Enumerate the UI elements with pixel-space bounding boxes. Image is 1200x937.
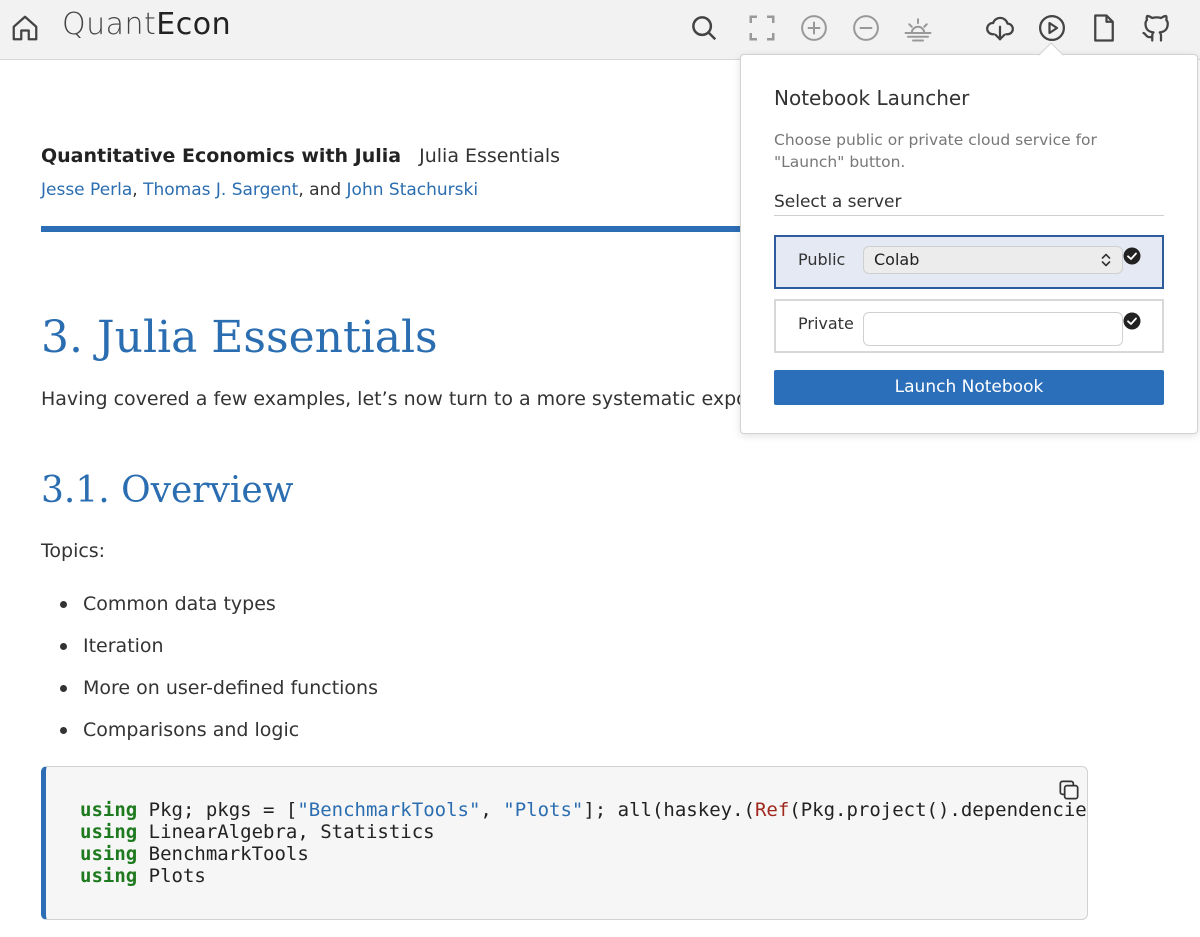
search-icon[interactable] xyxy=(684,8,724,48)
check-icon[interactable] xyxy=(1123,247,1141,265)
select-chevron-icon xyxy=(1101,253,1111,267)
launch-notebook-button[interactable]: Launch Notebook xyxy=(774,370,1164,405)
book-title[interactable]: Quantitative Economics with Julia xyxy=(41,145,401,167)
code-function: Ref xyxy=(754,799,790,821)
public-server-value: Colab xyxy=(874,250,920,269)
list-item: More on user-defined functions xyxy=(60,667,378,709)
launch-notebook-icon[interactable] xyxy=(1032,8,1072,48)
code-keyword: using xyxy=(80,799,138,821)
code-block[interactable]: using Pkg; pkgs = ["BenchmarkTools", "Pl… xyxy=(41,766,1088,920)
author-link-perla[interactable]: Jesse Perla xyxy=(41,180,132,200)
github-icon[interactable] xyxy=(1136,8,1176,48)
private-server-input[interactable] xyxy=(863,312,1123,346)
code-text: Plots xyxy=(137,865,206,887)
author-separator: , xyxy=(132,180,144,200)
brand-part2: Econ xyxy=(156,7,232,42)
public-server-option[interactable]: Public Colab xyxy=(774,235,1164,289)
author-separator: , and xyxy=(298,180,347,200)
brand-part1: Quant xyxy=(62,7,157,42)
code-text: LinearAlgebra, Statistics xyxy=(137,821,435,843)
code-text: Pkg; pkgs = [ xyxy=(137,799,298,821)
private-label: Private xyxy=(798,314,854,333)
code-text: , xyxy=(480,799,504,821)
public-label: Public xyxy=(798,250,846,269)
list-item: Comparisons and logic xyxy=(60,709,378,751)
code-content: using Pkg; pkgs = ["BenchmarkTools", "Pl… xyxy=(80,799,1088,887)
popup-description: Choose public or private cloud service f… xyxy=(774,131,1097,171)
page-header: Quantitative Economics with Julia Julia E… xyxy=(41,145,560,167)
code-text: BenchmarkTools xyxy=(137,843,309,865)
download-icon[interactable] xyxy=(980,8,1020,48)
code-keyword: using xyxy=(80,843,138,865)
code-string: "Plots" xyxy=(503,799,584,821)
authors: Jesse Perla, Thomas J. Sargent, and John… xyxy=(41,180,478,200)
code-keyword: using xyxy=(80,865,138,887)
intro-paragraph: Having covered a few examples, let’s now… xyxy=(41,388,824,410)
popup-title: Notebook Launcher xyxy=(774,86,970,110)
author-link-sargent[interactable]: Thomas J. Sargent xyxy=(143,180,298,200)
toolbar: QuantEcon xyxy=(0,0,1200,60)
brand-logo[interactable]: QuantEcon xyxy=(62,7,231,42)
fullscreen-icon[interactable] xyxy=(742,8,782,48)
code-text: (Pkg.project().dependencies xyxy=(789,799,1088,821)
private-server-option[interactable]: Private xyxy=(774,299,1164,353)
zoom-in-icon[interactable] xyxy=(794,8,834,48)
chapter-title: Julia Essentials xyxy=(419,145,561,167)
code-string: "BenchmarkTools" xyxy=(297,799,481,821)
home-icon[interactable] xyxy=(5,8,45,48)
section-heading-overview: 3.1. Overview xyxy=(41,470,294,511)
code-text: ]; all(haskey.( xyxy=(583,799,755,821)
code-keyword: using xyxy=(80,821,138,843)
author-link-stachurski[interactable]: John Stachurski xyxy=(347,180,479,200)
public-server-select[interactable]: Colab xyxy=(863,246,1123,274)
list-item: Iteration xyxy=(60,625,378,667)
list-item: Common data types xyxy=(60,583,378,625)
zoom-out-icon[interactable] xyxy=(846,8,886,48)
select-server-label: Select a server xyxy=(774,192,902,212)
topic-list: Common data types Iteration More on user… xyxy=(60,583,378,751)
topics-label: Topics: xyxy=(41,540,106,562)
theme-toggle-icon[interactable] xyxy=(898,8,938,48)
page-title: 3. Julia Essentials xyxy=(41,312,438,363)
check-icon[interactable] xyxy=(1123,312,1141,330)
source-file-icon[interactable] xyxy=(1084,8,1124,48)
popup-divider xyxy=(774,215,1164,216)
notebook-launcher-popup: Notebook Launcher Choose public or priva… xyxy=(740,54,1198,434)
